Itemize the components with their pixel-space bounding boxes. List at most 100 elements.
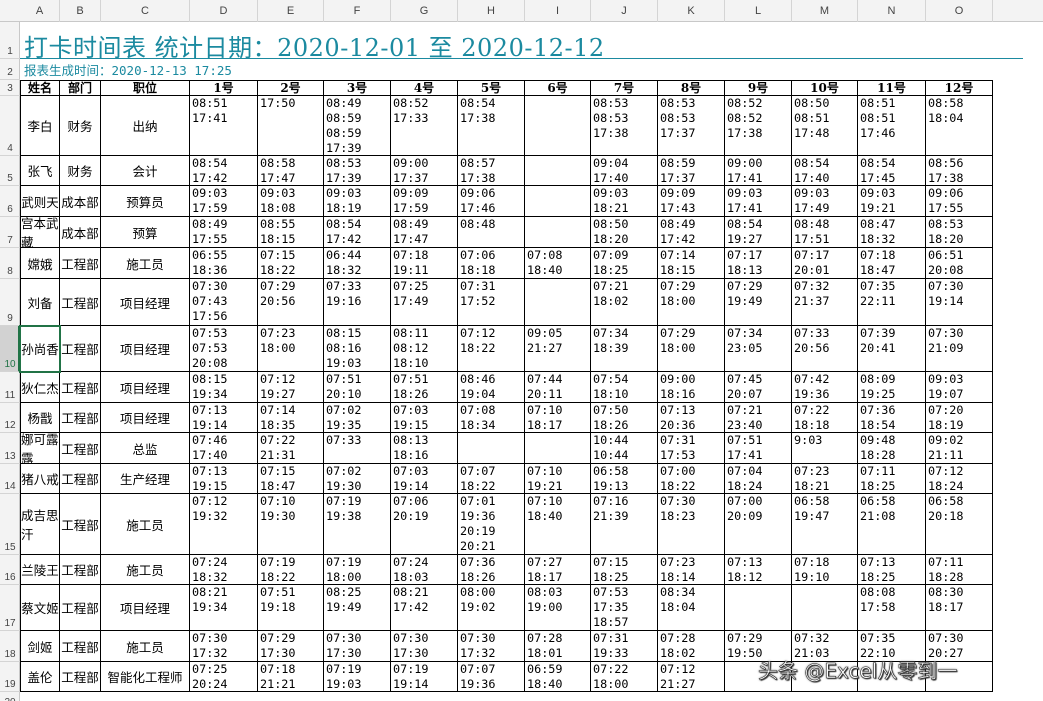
punch-time-cell[interactable]: 08:11 08:12 18:10: [391, 326, 458, 372]
punch-time-cell[interactable]: 06:58 19:13: [591, 464, 658, 494]
punch-time-cell[interactable]: 08:49 17:55: [190, 217, 258, 248]
employee-name-cell[interactable]: 蔡文姬: [20, 585, 60, 631]
employee-name-cell[interactable]: 嫦娥: [20, 248, 60, 279]
department-cell[interactable]: 成本部: [60, 217, 101, 248]
punch-time-cell[interactable]: 08:34 18:04: [658, 585, 725, 631]
punch-time-cell[interactable]: 07:13 19:14: [190, 403, 258, 433]
column-header-b[interactable]: B: [60, 0, 101, 22]
punch-time-cell[interactable]: 06:44 18:32: [324, 248, 391, 279]
punch-time-cell[interactable]: 07:46 17:40: [190, 433, 258, 464]
position-cell[interactable]: 项目经理: [101, 403, 190, 433]
position-cell[interactable]: 总监: [101, 433, 190, 464]
column-header-h[interactable]: H: [458, 0, 525, 22]
department-cell[interactable]: 工程部: [60, 464, 101, 494]
punch-time-cell[interactable]: 08:09 19:25: [858, 372, 926, 403]
punch-time-cell[interactable]: 10:44 10:44: [591, 433, 658, 464]
punch-time-cell[interactable]: 09:00 18:16: [658, 372, 725, 403]
employee-name-cell[interactable]: 武则天: [20, 186, 60, 217]
row-header-10[interactable]: 10: [0, 326, 20, 372]
row-header-13[interactable]: 13: [0, 433, 20, 464]
punch-time-cell[interactable]: 08:54 17:42: [190, 156, 258, 186]
department-cell[interactable]: 工程部: [60, 403, 101, 433]
punch-time-cell[interactable]: 08:53 08:53 17:37: [658, 96, 725, 156]
punch-time-cell[interactable]: 07:28 18:01: [525, 631, 591, 662]
header-day-1[interactable]: 1号: [190, 81, 258, 96]
punch-time-cell[interactable]: 09:06 17:55: [926, 186, 993, 217]
punch-time-cell[interactable]: 08:50 18:20: [591, 217, 658, 248]
punch-time-cell[interactable]: 09:03 19:21: [858, 186, 926, 217]
punch-time-cell[interactable]: [792, 585, 858, 631]
position-cell[interactable]: 施工员: [101, 494, 190, 555]
punch-time-cell[interactable]: 09:03 17:41: [725, 186, 792, 217]
punch-time-cell[interactable]: 08:55 18:15: [258, 217, 324, 248]
punch-time-cell[interactable]: 09:03 17:59: [190, 186, 258, 217]
punch-time-cell[interactable]: 07:01 19:36 20:19 20:21: [458, 494, 525, 555]
punch-time-cell[interactable]: 07:03 19:14: [391, 464, 458, 494]
punch-time-cell[interactable]: 07:33 19:16: [324, 279, 391, 326]
employee-name-cell[interactable]: 兰陵王: [20, 555, 60, 585]
punch-time-cell[interactable]: 07:18 21:21: [258, 662, 324, 692]
employee-name-cell[interactable]: 剑姬: [20, 631, 60, 662]
punch-time-cell[interactable]: 07:18 19:11: [391, 248, 458, 279]
punch-time-cell[interactable]: 07:00 18:22: [658, 464, 725, 494]
department-cell[interactable]: 工程部: [60, 248, 101, 279]
header-day-8[interactable]: 8号: [658, 81, 725, 96]
row-header-5[interactable]: 5: [0, 156, 20, 186]
punch-time-cell[interactable]: 08:00 19:02: [458, 585, 525, 631]
punch-time-cell[interactable]: 07:15 18:22: [258, 248, 324, 279]
row-header-17[interactable]: 17: [0, 585, 20, 631]
punch-time-cell[interactable]: 07:30 07:43 17:56: [190, 279, 258, 326]
punch-time-cell[interactable]: 07:33: [324, 433, 391, 464]
header-day-11[interactable]: 11号: [858, 81, 926, 96]
punch-time-cell[interactable]: [725, 585, 792, 631]
punch-time-cell[interactable]: 08:54 17:40: [792, 156, 858, 186]
punch-time-cell[interactable]: 09:03 19:07: [926, 372, 993, 403]
punch-time-cell[interactable]: [525, 186, 591, 217]
punch-time-cell[interactable]: 09:03 18:19: [324, 186, 391, 217]
header-day-12[interactable]: 12号: [926, 81, 993, 96]
punch-time-cell[interactable]: 07:53 07:53 20:08: [190, 326, 258, 372]
department-cell[interactable]: 工程部: [60, 372, 101, 403]
punch-time-cell[interactable]: 07:34 23:05: [725, 326, 792, 372]
punch-time-cell[interactable]: 07:21 23:40: [725, 403, 792, 433]
punch-time-cell[interactable]: 08:48: [458, 217, 525, 248]
row-header-8[interactable]: 8: [0, 248, 20, 279]
position-cell[interactable]: 项目经理: [101, 372, 190, 403]
punch-time-cell[interactable]: 07:12 19:32: [190, 494, 258, 555]
punch-time-cell[interactable]: 07:17 20:01: [792, 248, 858, 279]
punch-time-cell[interactable]: 08:51 08:51 17:46: [858, 96, 926, 156]
row-header-6[interactable]: 6: [0, 186, 20, 217]
punch-time-cell[interactable]: 07:36 18:26: [458, 555, 525, 585]
punch-time-cell[interactable]: 07:53 17:35 18:57: [591, 585, 658, 631]
punch-time-cell[interactable]: 07:10 19:30: [258, 494, 324, 555]
punch-time-cell[interactable]: 07:14 18:15: [658, 248, 725, 279]
employee-name-cell[interactable]: 刘备: [20, 279, 60, 326]
punch-time-cell[interactable]: 07:29 18:00: [658, 279, 725, 326]
punch-time-cell[interactable]: 09:09 17:59: [391, 186, 458, 217]
row-header-1[interactable]: 1: [0, 22, 20, 59]
punch-time-cell[interactable]: 08:21 17:42: [391, 585, 458, 631]
punch-time-cell[interactable]: 07:24 18:03: [391, 555, 458, 585]
punch-time-cell[interactable]: 07:30 17:32: [458, 631, 525, 662]
punch-time-cell[interactable]: 07:14 18:35: [258, 403, 324, 433]
punch-time-cell[interactable]: 07:08 18:40: [525, 248, 591, 279]
row-header-9[interactable]: 9: [0, 279, 20, 326]
employee-name-cell[interactable]: 猪八戒: [20, 464, 60, 494]
row-header-16[interactable]: 16: [0, 555, 20, 585]
punch-time-cell[interactable]: 08:08 17:58: [858, 585, 926, 631]
punch-time-cell[interactable]: 07:29 17:30: [258, 631, 324, 662]
header-day-3[interactable]: 3号: [324, 81, 391, 96]
position-cell[interactable]: 项目经理: [101, 279, 190, 326]
punch-time-cell[interactable]: 09:05 21:27: [525, 326, 591, 372]
punch-time-cell[interactable]: 07:23 18:00: [258, 326, 324, 372]
punch-time-cell[interactable]: 08:52 08:52 17:38: [725, 96, 792, 156]
punch-time-cell[interactable]: 07:21 18:02: [591, 279, 658, 326]
position-cell[interactable]: 施工员: [101, 631, 190, 662]
punch-time-cell[interactable]: 07:16 21:39: [591, 494, 658, 555]
punch-time-cell[interactable]: 07:07 19:36: [458, 662, 525, 692]
punch-time-cell[interactable]: 07:06 20:19: [391, 494, 458, 555]
punch-time-cell[interactable]: 07:39 20:41: [858, 326, 926, 372]
punch-time-cell[interactable]: 06:58 20:18: [926, 494, 993, 555]
punch-time-cell[interactable]: 07:02 19:35: [324, 403, 391, 433]
punch-time-cell[interactable]: 09:03 18:08: [258, 186, 324, 217]
